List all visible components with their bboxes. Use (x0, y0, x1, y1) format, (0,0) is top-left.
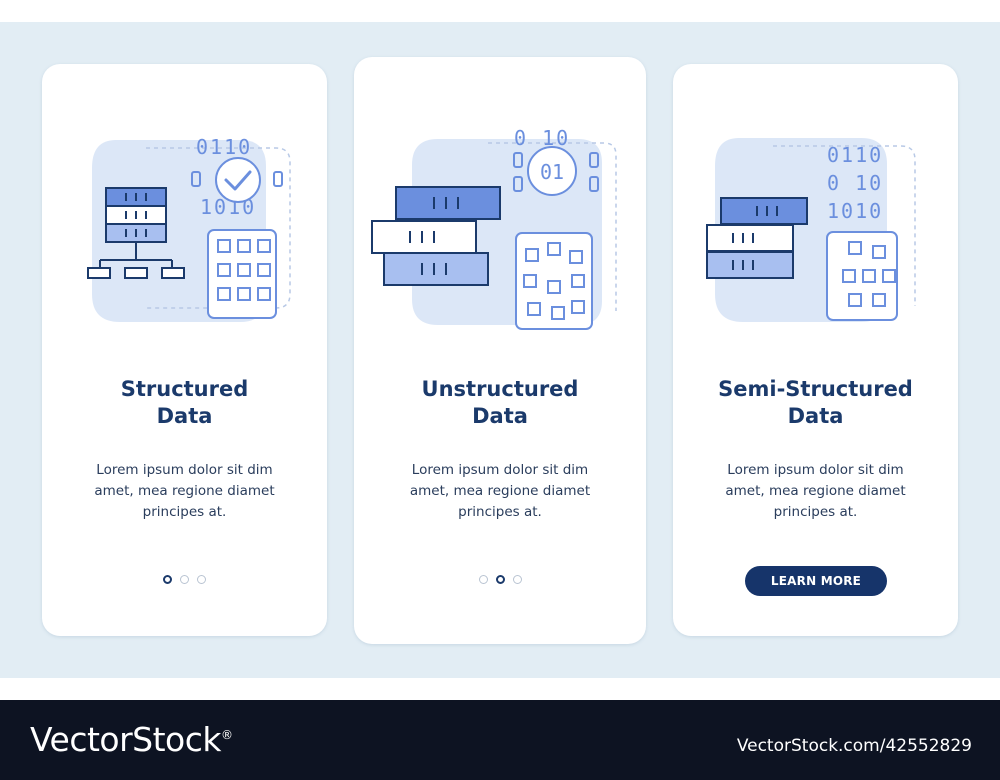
page-dot-2[interactable] (495, 575, 505, 584)
page-indicator (42, 575, 327, 584)
top-strip (0, 0, 1000, 22)
screen-description: Lorem ipsum dolor sit dim amet, mea regi… (409, 462, 591, 520)
page-dot-3[interactable] (512, 575, 522, 584)
brand-logo: VectorStock® (30, 720, 233, 759)
binary-text: 0 10 (514, 126, 570, 150)
page-dot-1[interactable] (163, 575, 172, 584)
binary-badge-text: 01 (540, 160, 564, 184)
screen-title: Semi-Structured Data (718, 377, 913, 428)
page-indicator (354, 575, 646, 584)
page-dot-1[interactable] (478, 575, 488, 584)
structured-data-icon: 0110 1010 (87, 135, 291, 322)
learn-more-button[interactable]: LEARN MORE (745, 566, 887, 596)
screen-description: Lorem ipsum dolor sit dim amet, mea regi… (725, 462, 906, 520)
onboarding-screen-structured: 0110 1010 Structured Data Lorem ipsum do… (42, 64, 327, 636)
unstructured-data-icon: 0 10 10010 01 (371, 126, 617, 330)
binary-text: 1010 (827, 199, 883, 223)
onboarding-screen-semi-structured: 0110 0 10 1010 Semi-Structured Data Lore… (673, 64, 958, 636)
image-id: VectorStock.com/42552829 (736, 736, 972, 756)
screen-title: Structured Data (120, 377, 249, 428)
screen-description: Lorem ipsum dolor sit dim amet, mea regi… (94, 462, 275, 520)
binary-text: 0 10 (827, 171, 883, 195)
registered-mark: ® (221, 728, 233, 742)
screen-title: Unstructured Data (421, 377, 579, 428)
binary-text: 0110 (196, 135, 252, 159)
binary-text: 0110 (827, 143, 883, 167)
page-dot-3[interactable] (197, 575, 206, 584)
watermark-footer: VectorStock® VectorStock.com/42552829 (0, 700, 1000, 780)
onboarding-screen-unstructured: 0 10 10010 01 Unstructured Data Lorem ip (354, 57, 646, 644)
semi-structured-data-icon: 0110 0 10 1010 (706, 138, 916, 322)
page-dot-2[interactable] (180, 575, 189, 584)
